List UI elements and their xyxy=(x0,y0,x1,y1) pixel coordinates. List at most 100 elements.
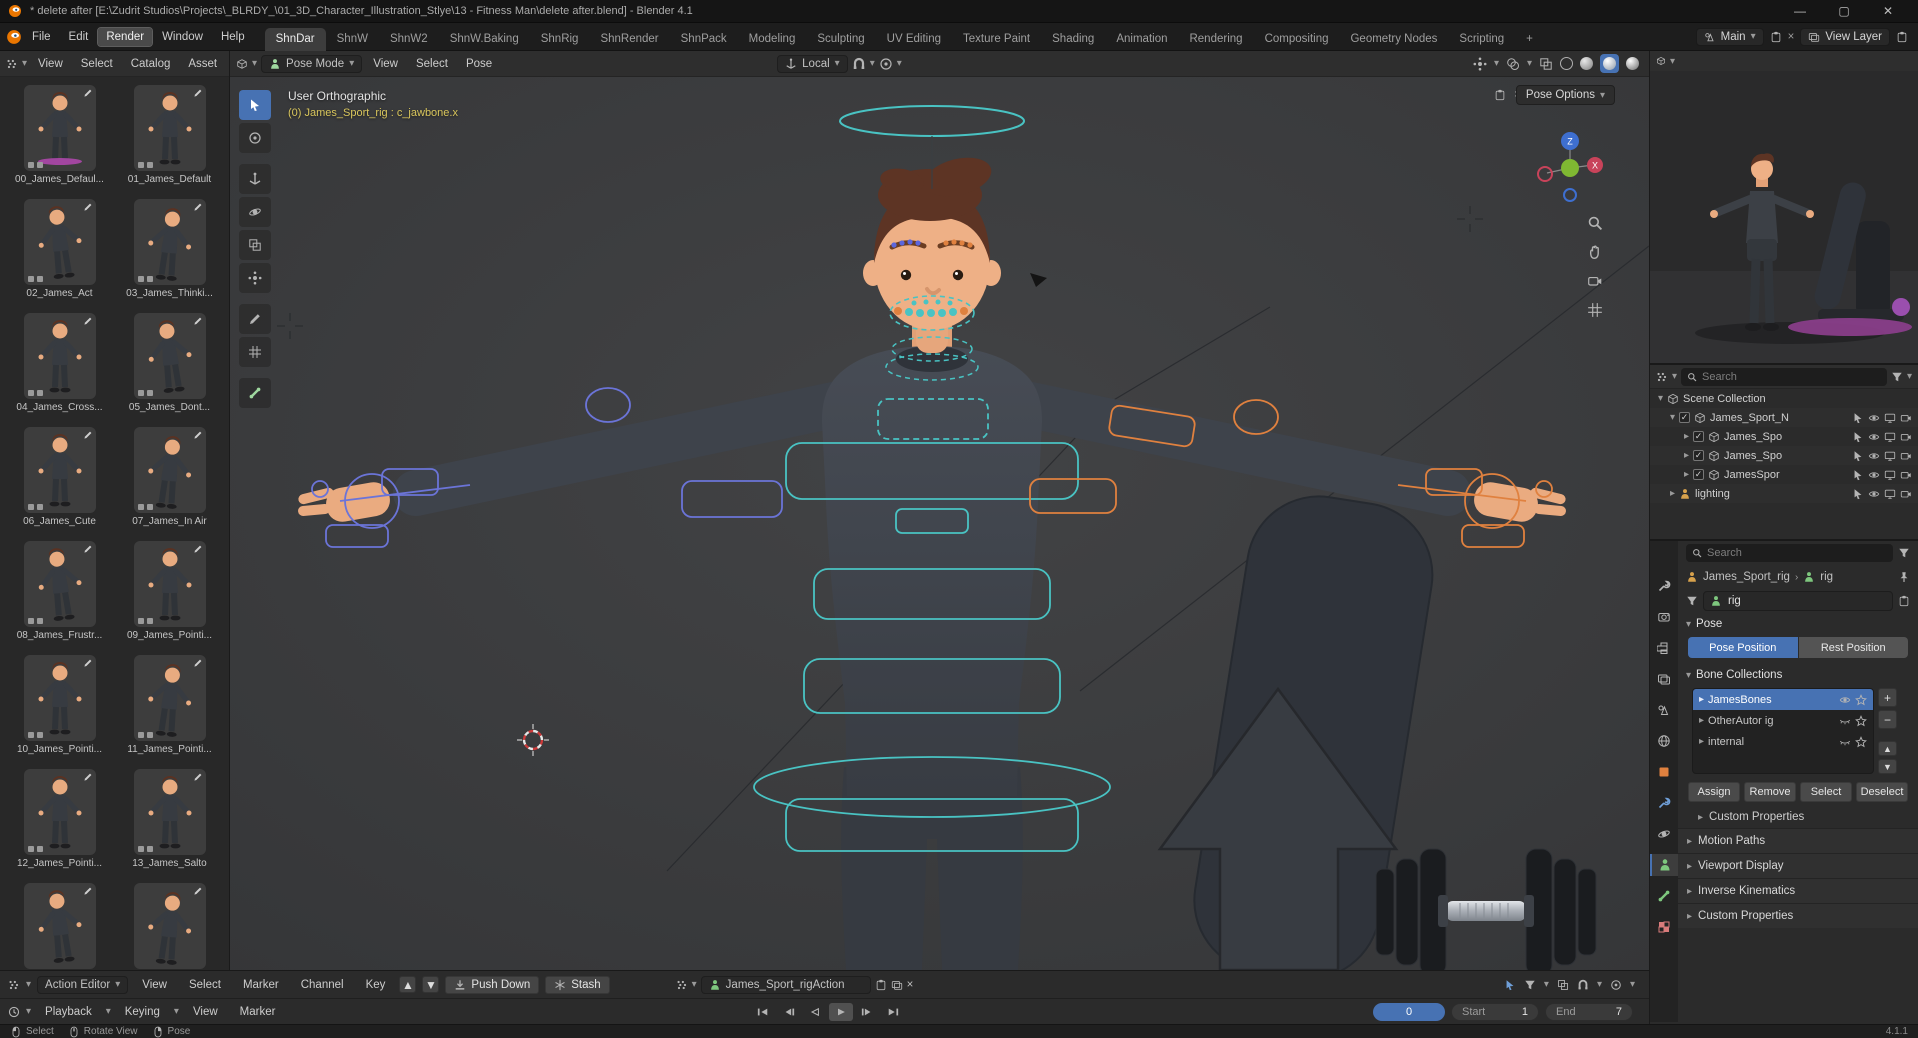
dopesheet-editor-icon[interactable] xyxy=(8,979,20,991)
edit-pose-icon[interactable] xyxy=(193,316,203,326)
editor-type-chevron-icon[interactable]: ▾ xyxy=(26,1006,31,1017)
breadcrumb-data[interactable]: rig xyxy=(1820,571,1833,583)
outliner-row[interactable]: ▾ ✓ James_Sport_N xyxy=(1650,408,1918,427)
properties-search[interactable] xyxy=(1686,544,1893,562)
tab-shnpack[interactable]: ShnPack xyxy=(670,28,738,51)
duplicate-action-icon[interactable] xyxy=(891,979,903,991)
outliner-chevron-icon[interactable]: ▾ xyxy=(1672,371,1677,382)
viewport-canvas[interactable]: User Orthographic (0) James_Sport_rig : … xyxy=(230,77,1649,970)
tool-rotate[interactable] xyxy=(239,197,271,227)
viewport-scene[interactable] xyxy=(230,77,1649,970)
current-frame-field[interactable]: 0 xyxy=(1373,1003,1445,1021)
hide-eye-icon[interactable] xyxy=(1868,450,1880,462)
outliner-row-scene-collection[interactable]: ▾ Scene Collection xyxy=(1650,389,1918,408)
zoom-icon[interactable] xyxy=(1587,215,1603,231)
tab-shnw[interactable]: ShnW xyxy=(326,28,379,51)
play-button[interactable] xyxy=(829,1003,853,1021)
dope-menu-key[interactable]: Key xyxy=(358,976,394,994)
stash-button[interactable]: Stash xyxy=(545,976,609,994)
tab-bone[interactable] xyxy=(1650,885,1678,907)
dope-menu-channel[interactable]: Channel xyxy=(293,976,352,994)
outliner-row[interactable]: ▸ lighting xyxy=(1650,484,1918,503)
datablock-name-field[interactable]: rig xyxy=(1703,591,1893,611)
viewport-menu-view[interactable]: View xyxy=(366,56,405,72)
collection-checkbox[interactable]: ✓ xyxy=(1679,412,1690,423)
tab-shnw2[interactable]: ShnW2 xyxy=(379,28,439,51)
edit-pose-icon[interactable] xyxy=(83,544,93,554)
unlink-action-icon[interactable]: × xyxy=(907,979,914,991)
filter-chevron-icon[interactable]: ▾ xyxy=(1544,979,1549,990)
asset-pose-item[interactable]: 00_James_Defaul... xyxy=(12,85,108,185)
render-disable-icon[interactable] xyxy=(1900,431,1912,443)
tab-scene[interactable] xyxy=(1650,699,1678,721)
blender-logo-icon[interactable] xyxy=(6,29,22,45)
remove-button[interactable]: Remove xyxy=(1744,782,1796,802)
bone-collections-header[interactable]: ▾ Bone Collections xyxy=(1678,664,1918,686)
tab-output[interactable] xyxy=(1650,637,1678,659)
asset-pose-item[interactable]: 07_James_In Air xyxy=(122,427,218,527)
selectable-icon[interactable] xyxy=(1852,469,1864,481)
tab-add-workspace[interactable]: + xyxy=(1515,28,1544,51)
frame-start-field[interactable]: Start 1 xyxy=(1451,1003,1539,1021)
tab-texture[interactable] xyxy=(1650,916,1678,938)
tab-uv-editing[interactable]: UV Editing xyxy=(876,28,952,51)
previous-keyframe-button[interactable] xyxy=(777,1003,801,1021)
tool-cursor[interactable] xyxy=(239,123,271,153)
visibility-eye-closed-icon[interactable] xyxy=(1839,736,1851,748)
preview-chevron-icon[interactable]: ▾ xyxy=(1670,56,1675,67)
viewport-disable-icon[interactable] xyxy=(1884,412,1896,424)
tab-shnrig[interactable]: ShnRig xyxy=(530,28,590,51)
fake-user-shield-icon[interactable] xyxy=(1898,595,1910,607)
asset-pose-item[interactable]: 10_James_Pointi... xyxy=(12,655,108,755)
asset-thumbnail[interactable] xyxy=(24,769,96,855)
snap-magnet-icon[interactable] xyxy=(852,57,866,71)
close-button[interactable]: ✕ xyxy=(1866,0,1910,22)
asset-thumbnail[interactable] xyxy=(24,313,96,399)
edit-pose-icon[interactable] xyxy=(83,88,93,98)
layer-down-button[interactable]: ▼ xyxy=(422,976,439,993)
editor-type-chevron-icon[interactable]: ▾ xyxy=(26,979,31,990)
move-down-button[interactable]: ▼ xyxy=(1878,759,1897,774)
filter-chevron-icon[interactable]: ▾ xyxy=(1907,371,1912,382)
show-gizmo-icon[interactable] xyxy=(1473,57,1487,71)
asset-pose-item[interactable] xyxy=(122,883,218,969)
outliner-row[interactable]: ▸ ✓ James_Spo xyxy=(1650,427,1918,446)
normalize-icon[interactable] xyxy=(1557,979,1569,991)
asset-thumbnail[interactable] xyxy=(24,655,96,741)
tab-shading[interactable]: Shading xyxy=(1041,28,1105,51)
jump-to-start-button[interactable] xyxy=(751,1003,775,1021)
bone-collection-row-selected[interactable]: ▸ JamesBones xyxy=(1693,689,1873,710)
ortho-grid-icon[interactable] xyxy=(1587,302,1603,318)
asset-thumbnail[interactable] xyxy=(24,85,96,171)
new-scene-icon[interactable] xyxy=(1770,31,1782,43)
asset-menu-asset[interactable]: Asset xyxy=(181,56,224,72)
pose-panel-header[interactable]: ▾ Pose xyxy=(1678,613,1918,635)
navigation-gizmo[interactable]: Z X xyxy=(1531,129,1609,207)
asset-pose-item[interactable]: 06_James_Cute xyxy=(12,427,108,527)
edit-pose-icon[interactable] xyxy=(83,886,93,896)
tool-scale[interactable] xyxy=(239,230,271,260)
asset-thumbnail[interactable] xyxy=(134,199,206,285)
shading-material-preview-active[interactable] xyxy=(1600,54,1619,73)
selectable-icon[interactable] xyxy=(1852,431,1864,443)
unlink-scene-icon[interactable]: × xyxy=(1788,31,1795,43)
tab-tool[interactable] xyxy=(1650,575,1678,597)
menu-file[interactable]: File xyxy=(24,28,59,46)
expand-icon[interactable]: ▾ xyxy=(1670,412,1675,423)
select-button[interactable]: Select xyxy=(1800,782,1852,802)
render-disable-icon[interactable] xyxy=(1900,488,1912,500)
edit-pose-icon[interactable] xyxy=(193,658,203,668)
asset-menu-select[interactable]: Select xyxy=(74,56,120,72)
snap-chevron-icon[interactable]: ▾ xyxy=(1597,979,1602,990)
tab-shnrender[interactable]: ShnRender xyxy=(589,28,669,51)
edit-pose-icon[interactable] xyxy=(83,772,93,782)
maximize-button[interactable]: ▢ xyxy=(1822,0,1866,22)
timeline-menu-keying[interactable]: Keying xyxy=(117,1003,168,1021)
tab-shnw-baking[interactable]: ShnW.Baking xyxy=(439,28,530,51)
asset-menu-view[interactable]: View xyxy=(31,56,70,72)
pose-options-button[interactable]: Pose Options ▾ xyxy=(1516,85,1615,105)
preview-editor-icon[interactable] xyxy=(1656,56,1666,66)
tab-geometry-nodes[interactable]: Geometry Nodes xyxy=(1339,28,1448,51)
inverse-kinematics-panel[interactable]: ▸Inverse Kinematics xyxy=(1678,878,1918,903)
minimize-button[interactable]: — xyxy=(1778,0,1822,22)
